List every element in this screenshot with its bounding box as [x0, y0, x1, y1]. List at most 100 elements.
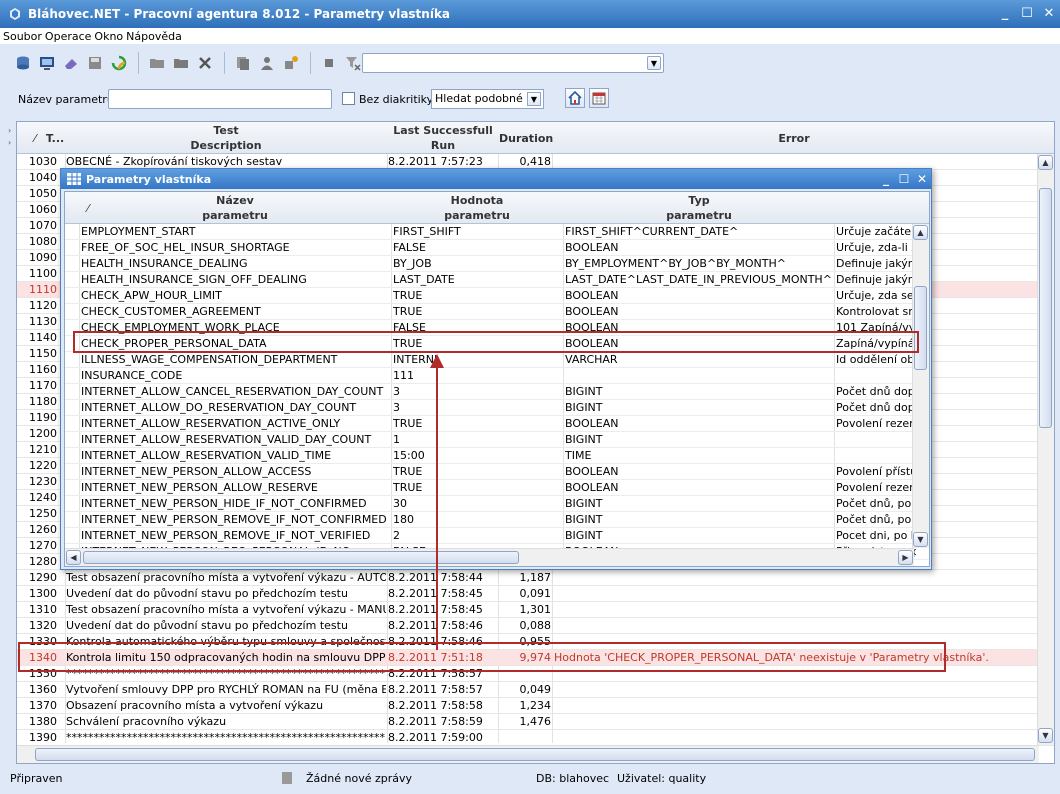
table-row[interactable]: 1380 Schválení pracovního výkazu 8.2.2011 … — [17, 714, 1054, 730]
maximize-button[interactable]: ☐ — [1016, 5, 1038, 23]
scroll-up-icon[interactable]: ▲ — [913, 225, 928, 240]
parameter-row[interactable]: INTERNET_ALLOW_RESERVATION_VALID_DAY_COU… — [65, 432, 929, 448]
header-param-type[interactable]: Typ — [565, 193, 833, 208]
header-param-name[interactable]: Název — [81, 193, 389, 208]
param-value: 1 — [393, 433, 400, 446]
table-row[interactable]: 1310 Test obsazení pracovního místa a vyt… — [17, 602, 1054, 618]
table-row[interactable]: 1300 Uvedení dat do původní stavu po před… — [17, 586, 1054, 602]
home-button[interactable] — [565, 88, 585, 108]
home-icon — [568, 91, 582, 105]
parameter-row[interactable]: INTERNET_ALLOW_DO_RESERVATION_DAY_COUNT 3… — [65, 400, 929, 416]
toolbar-combo[interactable]: ▼ — [362, 53, 664, 73]
parameter-row[interactable]: CHECK_PROPER_PERSONAL_DATA TRUE BOOLEAN Zap… — [65, 336, 929, 352]
header-duration[interactable]: Duration — [499, 131, 553, 146]
diacritics-checkbox[interactable] — [342, 92, 355, 105]
table-row[interactable]: 1350 ************************************… — [17, 666, 1054, 682]
clear-filter-button[interactable] — [342, 52, 364, 74]
folder-button[interactable] — [170, 52, 192, 74]
scroll-thumb[interactable] — [914, 286, 927, 370]
header-last-run[interactable]: Last Successfull — [388, 123, 498, 138]
parameter-row[interactable]: CHECK_EMPLOYMENT_WORK_PLACE FALSE BOOLEAN 1… — [65, 320, 929, 336]
row-id: 1030 — [29, 155, 57, 168]
row-last-run: 8.2.2011 7:58:57 — [388, 667, 483, 680]
parameter-row[interactable]: ILLNESS_WAGE_COMPENSATION_DEPARTMENT INTE… — [65, 352, 929, 368]
connect-button[interactable] — [12, 52, 34, 74]
parameter-row[interactable]: INTERNET_NEW_PERSON_REMOVE_IF_NOT_CONFIR… — [65, 512, 929, 528]
delete-button[interactable] — [194, 52, 216, 74]
header-run[interactable]: Run — [388, 138, 498, 153]
scroll-up-icon[interactable]: ▲ — [1038, 155, 1053, 170]
scroll-thumb[interactable] — [35, 748, 1035, 761]
header-param-value[interactable]: Hodnota — [393, 193, 561, 208]
scroll-thumb[interactable] — [1039, 188, 1052, 428]
parameter-row[interactable]: INTERNET_NEW_PERSON_ALLOW_ACCESS TRUE BOOL… — [65, 464, 929, 480]
scroll-thumb[interactable] — [83, 551, 519, 564]
param-value: FIRST_SHIFT — [393, 225, 461, 238]
dialog-vertical-scrollbar[interactable]: ▲ ▼ — [912, 224, 929, 548]
edit-button[interactable] — [60, 52, 82, 74]
menu-napoveda[interactable]: Nápověda — [123, 30, 182, 43]
parameter-row[interactable]: INTERNET_ALLOW_RESERVATION_ACTIVE_ONLY TR… — [65, 416, 929, 432]
table-row[interactable]: 1320 Uvedení dat do původní stavu po před… — [17, 618, 1054, 634]
param-type: BOOLEAN — [565, 321, 619, 334]
scroll-down-icon[interactable]: ▼ — [913, 532, 928, 547]
header-param-name-sub[interactable]: parametru — [81, 208, 389, 223]
close-button[interactable]: ✕ — [1038, 5, 1060, 23]
users-button[interactable] — [256, 52, 278, 74]
transfer-button[interactable] — [280, 52, 302, 74]
chevron-down-icon[interactable]: ▼ — [647, 56, 661, 70]
dialog-maximize-button[interactable]: ☐ — [895, 172, 913, 186]
grid-vertical-scrollbar[interactable]: ▲ ▼ — [1037, 154, 1054, 745]
parameter-row[interactable]: FREE_OF_SOC_HEL_INSUR_SHORTAGE FALSE BOOLE… — [65, 240, 929, 256]
menu-operace[interactable]: Operace — [42, 30, 92, 43]
parameter-row[interactable]: INTERNET_NEW_PERSON_REMOVE_IF_NOT_VERIFI… — [65, 528, 929, 544]
parameter-row[interactable]: INTERNET_NEW_PERSON_ALLOW_RESERVE TRUE BOO… — [65, 480, 929, 496]
header-param-value-sub[interactable]: parametru — [393, 208, 561, 223]
row-id: 1320 — [29, 619, 57, 632]
parameter-row[interactable]: HEALTH_INSURANCE_DEALING BY_JOB BY_EMPLOYM… — [65, 256, 929, 272]
folder-open-button[interactable] — [146, 52, 168, 74]
search-mode-select[interactable]: Hledat podobné ▼ — [431, 89, 544, 109]
table-row[interactable]: 1370 Obsazení pracovního místa a vytvořen… — [17, 698, 1054, 714]
sort-indicator[interactable]: ⁄ — [29, 131, 41, 146]
header-error[interactable]: Error — [554, 131, 1034, 146]
table-row[interactable]: 1330 Kontrola automatického výběru typu s… — [17, 634, 1054, 650]
parameter-row[interactable]: EMPLOYMENT_START FIRST_SHIFT FIRST_SHIFT^C… — [65, 224, 929, 240]
header-id[interactable]: T... — [45, 131, 65, 146]
chevron-down-icon[interactable]: ▼ — [527, 92, 541, 106]
dialog-close-button[interactable]: ✕ — [913, 172, 931, 186]
dialog-horizontal-scrollbar[interactable]: ◀ ▶ — [65, 548, 914, 566]
parameter-row[interactable]: INTERNET_ALLOW_CANCEL_RESERVATION_DAY_CO… — [65, 384, 929, 400]
table-row[interactable]: 1290 Test obsazení pracovního místa a vyt… — [17, 570, 1054, 586]
parameter-row[interactable]: INTERNET_NEW_PERSON_HIDE_IF_NOT_CONFIRME… — [65, 496, 929, 512]
calendar-button[interactable] — [589, 88, 609, 108]
header-param-type-sub[interactable]: parametru — [565, 208, 833, 223]
parameter-row[interactable]: CHECK_APW_HOUR_LIMIT TRUE BOOLEAN Určuje, z… — [65, 288, 929, 304]
save-button[interactable] — [84, 52, 106, 74]
expand-arrow-icon[interactable]: › — [8, 126, 11, 135]
scroll-down-icon[interactable]: ▼ — [1038, 728, 1053, 743]
stop-button[interactable] — [318, 52, 340, 74]
parameter-name-input[interactable] — [108, 89, 332, 109]
minimize-button[interactable]: _ — [994, 5, 1016, 23]
parameter-row[interactable]: INTERNET_ALLOW_RESERVATION_VALID_TIME 15:… — [65, 448, 929, 464]
scroll-right-icon[interactable]: ▶ — [898, 550, 913, 565]
table-row[interactable]: 1340 Kontrola limitu 150 odpracovaných ho… — [17, 650, 1054, 666]
copy-button[interactable] — [232, 52, 254, 74]
scroll-left-icon[interactable]: ◀ — [66, 550, 81, 565]
param-name: INTERNET_NEW_PERSON_HIDE_IF_NOT_CONFIRME… — [81, 497, 367, 510]
menu-soubor[interactable]: Soubor — [0, 30, 42, 43]
parameter-row[interactable]: INSURANCE_CODE 111 — [65, 368, 929, 384]
table-row[interactable]: 1390 ************************************… — [17, 730, 1054, 746]
parameter-row[interactable]: HEALTH_INSURANCE_SIGN_OFF_DEALING LAST_DA… — [65, 272, 929, 288]
header-test[interactable]: Test — [66, 123, 386, 138]
dialog-minimize-button[interactable]: _ — [877, 172, 895, 186]
grid-horizontal-scrollbar[interactable] — [17, 745, 1039, 763]
view-button[interactable] — [36, 52, 58, 74]
table-row[interactable]: 1360 Vytvoření smlouvy DPP pro RYCHLÝ ROM… — [17, 682, 1054, 698]
menu-okno[interactable]: Okno — [91, 30, 123, 43]
expand-arrow-icon[interactable]: › — [8, 138, 11, 147]
refresh-button[interactable] — [108, 52, 130, 74]
parameter-row[interactable]: CHECK_CUSTOMER_AGREEMENT TRUE BOOLEAN Kontr… — [65, 304, 929, 320]
header-description[interactable]: Description — [66, 138, 386, 153]
